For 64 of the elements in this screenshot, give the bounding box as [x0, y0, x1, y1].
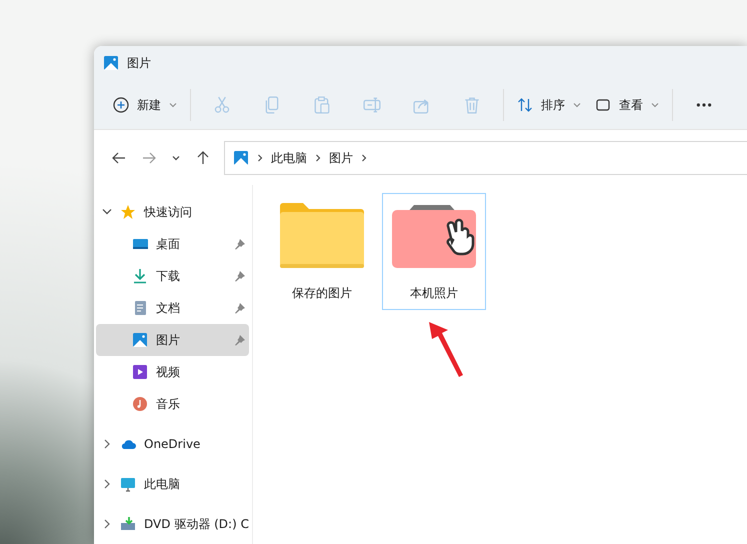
sidebar-item[interactable]: OneDrive — [96, 428, 249, 460]
caret-icon — [172, 155, 180, 162]
sidebar-label: 文档 — [156, 300, 181, 317]
arrow-drawing — [426, 320, 466, 378]
monitor-icon — [120, 476, 136, 492]
folder-item[interactable]: 本机照片 — [382, 193, 486, 310]
document-icon — [132, 300, 148, 316]
caret-icon — [573, 102, 581, 108]
sidebar-label: 图片 — [156, 332, 181, 349]
sidebar-item[interactable]: 此电脑 — [96, 468, 249, 500]
sidebar-item[interactable]: 音乐 — [96, 388, 249, 420]
picture-icon — [233, 150, 249, 166]
sidebar-label: 此电脑 — [144, 476, 181, 493]
sidebar-label: 视频 — [156, 364, 181, 381]
download-icon — [132, 268, 148, 284]
sidebar-item[interactable]: DVD 驱动器 (D:) C — [96, 508, 249, 540]
sidebar-item[interactable]: 视频 — [96, 356, 249, 388]
chevron-icon — [257, 154, 263, 162]
new-button[interactable]: 新建 — [106, 86, 184, 122]
view-button[interactable]: 查看 — [588, 86, 666, 122]
chevron-icon — [361, 154, 367, 162]
window-title: 图片 — [127, 55, 151, 72]
music-icon — [132, 396, 148, 412]
hand-folder-icon — [392, 202, 476, 268]
sidebar-label: 快速访问 — [144, 204, 193, 221]
breadcrumb-link[interactable]: 图片 — [329, 148, 353, 166]
picture-icon — [132, 332, 148, 348]
star-icon — [120, 204, 136, 220]
drive-icon — [120, 516, 136, 532]
chevron-icon — [315, 154, 321, 162]
desktop-icon — [132, 236, 148, 252]
folder-label: 保存的图片 — [292, 285, 352, 302]
collapsed-chevron-icon[interactable] — [102, 479, 112, 489]
sort-button[interactable]: 排序 — [510, 86, 588, 122]
square-icon — [595, 96, 611, 112]
folder-item[interactable]: 保存的图片 — [270, 193, 374, 310]
up-arrow-icon — [195, 150, 211, 166]
expanded-chevron-icon[interactable] — [102, 207, 112, 217]
pin-icon[interactable] — [234, 270, 246, 282]
caret-icon — [169, 102, 177, 108]
sidebar-item[interactable]: 图片 — [96, 324, 249, 356]
sidebar-label: OneDrive — [144, 436, 202, 453]
pin-icon[interactable] — [234, 302, 246, 314]
plus-circle-icon — [113, 96, 129, 112]
collapsed-chevron-icon[interactable] — [102, 439, 112, 449]
sidebar-label: 音乐 — [156, 396, 181, 413]
collapsed-chevron-icon[interactable] — [102, 519, 112, 529]
sidebar-item[interactable]: 快速访问 — [96, 196, 249, 228]
sort-icon — [517, 96, 533, 112]
folder-icon — [280, 202, 364, 268]
picture-icon — [103, 55, 119, 71]
folder-label: 本机照片 — [410, 285, 458, 302]
sidebar-item[interactable]: 下载 — [96, 260, 249, 292]
caret-icon — [651, 102, 659, 108]
pin-icon[interactable] — [234, 334, 246, 346]
sidebar-item[interactable]: 文档 — [96, 292, 249, 324]
address-bar[interactable]: 此电脑 图片 — [224, 140, 747, 174]
breadcrumb-link[interactable]: 此电脑 — [271, 148, 307, 166]
sidebar-label: 下载 — [156, 268, 181, 285]
sidebar-label: 桌面 — [156, 236, 181, 253]
pin-icon[interactable] — [234, 238, 246, 250]
sidebar-label: DVD 驱动器 (D:) C — [144, 516, 249, 533]
video-icon — [132, 364, 148, 380]
sidebar-item[interactable]: 桌面 — [96, 228, 249, 260]
